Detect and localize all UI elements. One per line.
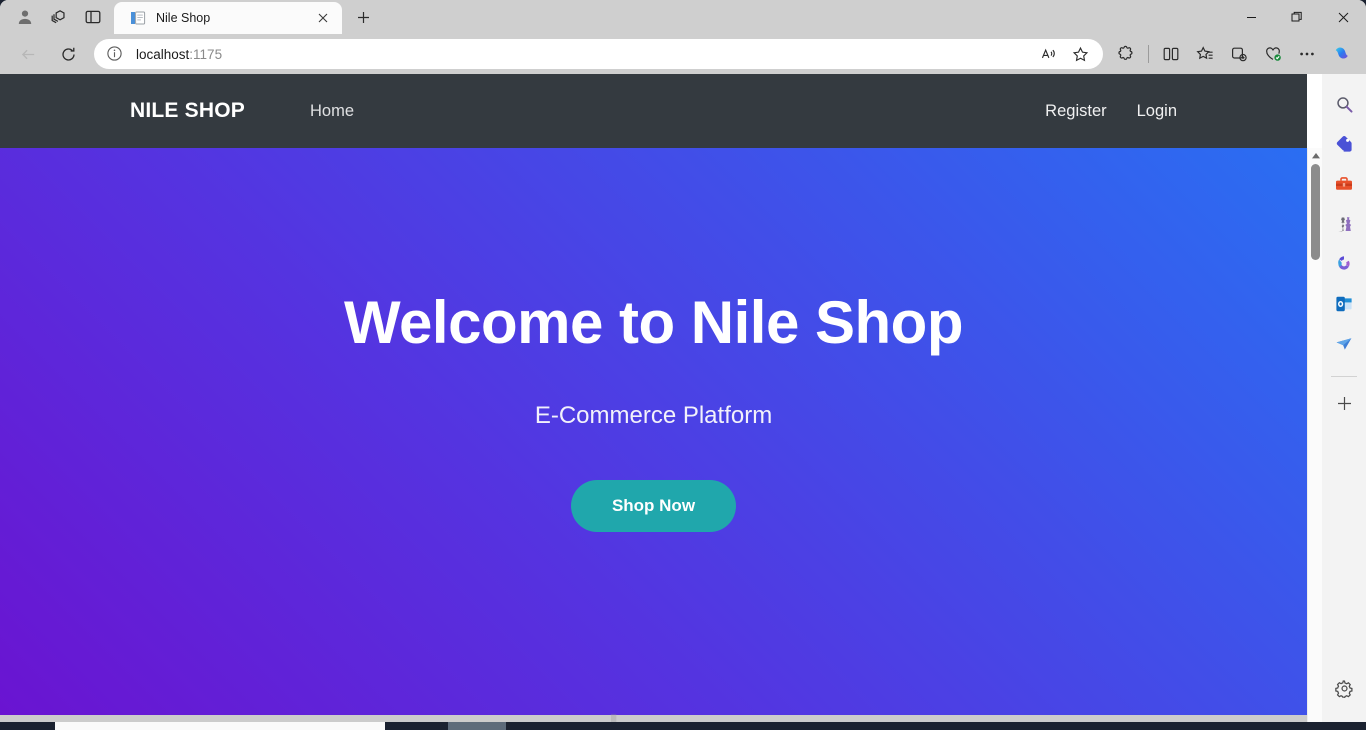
extensions-icon[interactable]: [1109, 39, 1143, 69]
nav-link-login[interactable]: Login: [1137, 102, 1177, 121]
games-icon[interactable]: [1328, 208, 1360, 240]
page-favicon: [130, 10, 146, 26]
scrollbar-up-arrow-icon[interactable]: [1308, 148, 1322, 164]
microsoft-365-icon[interactable]: [1328, 248, 1360, 280]
nav-link-register[interactable]: Register: [1045, 102, 1106, 121]
tab-title: Nile Shop: [156, 11, 211, 25]
site-navbar: NILE SHOP Home Register Login: [0, 74, 1307, 148]
url-host: localhost: [136, 46, 190, 62]
hero-title: Welcome to Nile Shop: [344, 289, 963, 356]
add-sidebar-app-icon[interactable]: [1328, 387, 1360, 419]
taskbar-window-preview[interactable]: [55, 722, 385, 730]
browser-tab[interactable]: Nile Shop: [114, 2, 342, 34]
web-page: NILE SHOP Home Register Login Welcome to…: [0, 74, 1307, 722]
browser-window: Nile Shop localhost:1175 NILE SHOP Home …: [0, 0, 1366, 722]
site-brand[interactable]: NILE SHOP: [130, 99, 245, 123]
minimize-icon[interactable]: [1228, 0, 1274, 34]
favorite-star-icon[interactable]: [1065, 41, 1095, 67]
settings-more-icon[interactable]: [1290, 39, 1324, 69]
toolbar-divider: [1148, 45, 1149, 63]
omnibox-actions: [1031, 41, 1095, 67]
reload-icon[interactable]: [51, 39, 85, 69]
shop-now-button[interactable]: Shop Now: [570, 480, 737, 532]
tab-actions-icon[interactable]: [76, 2, 110, 32]
close-window-icon[interactable]: [1320, 0, 1366, 34]
send-icon[interactable]: [1328, 328, 1360, 360]
new-tab-icon[interactable]: [348, 3, 378, 31]
url-port: :1175: [189, 46, 223, 62]
os-taskbar: [0, 722, 1366, 730]
page-viewport: NILE SHOP Home Register Login Welcome to…: [0, 74, 1322, 722]
browser-toolbar: [1109, 39, 1358, 69]
sidebar-divider: [1331, 376, 1357, 377]
close-icon[interactable]: [312, 7, 334, 29]
read-aloud-icon[interactable]: [1033, 41, 1063, 67]
page-footer-area: [0, 715, 1307, 722]
info-icon[interactable]: [106, 45, 124, 63]
profile-icon[interactable]: [8, 2, 42, 32]
tools-icon[interactable]: [1328, 168, 1360, 200]
copilot-icon[interactable]: [1324, 39, 1358, 69]
url-text[interactable]: localhost:1175: [136, 47, 1031, 62]
address-bar-row: localhost:1175: [0, 34, 1366, 74]
outlook-icon[interactable]: [1328, 288, 1360, 320]
tab-strip: Nile Shop: [0, 0, 1366, 34]
hero-section: Welcome to Nile Shop E-Commerce Platform…: [0, 148, 1307, 715]
search-icon[interactable]: [1328, 88, 1360, 120]
shopping-tag-icon[interactable]: [1328, 128, 1360, 160]
scrollbar-thumb[interactable]: [1311, 164, 1320, 260]
taskbar-window-preview-2[interactable]: [448, 722, 506, 730]
nav-link-home[interactable]: Home: [310, 102, 354, 121]
back-arrow-icon[interactable]: [11, 39, 45, 69]
address-bar[interactable]: localhost:1175: [94, 39, 1103, 69]
window-controls: [1228, 0, 1366, 34]
edge-sidebar: [1322, 74, 1366, 722]
collections-icon[interactable]: [1222, 39, 1256, 69]
page-scrollbar[interactable]: [1307, 148, 1322, 722]
hero-subtitle: E-Commerce Platform: [534, 402, 773, 429]
nav-links: Home: [310, 102, 382, 121]
maximize-icon[interactable]: [1274, 0, 1320, 34]
split-screen-icon[interactable]: [1154, 39, 1188, 69]
favorites-list-icon[interactable]: [1188, 39, 1222, 69]
browser-essentials-icon[interactable]: [1256, 39, 1290, 69]
workspaces-icon[interactable]: [42, 2, 76, 32]
sidebar-settings-icon[interactable]: [1328, 672, 1360, 704]
nav-auth-links: Register Login: [1015, 102, 1177, 121]
